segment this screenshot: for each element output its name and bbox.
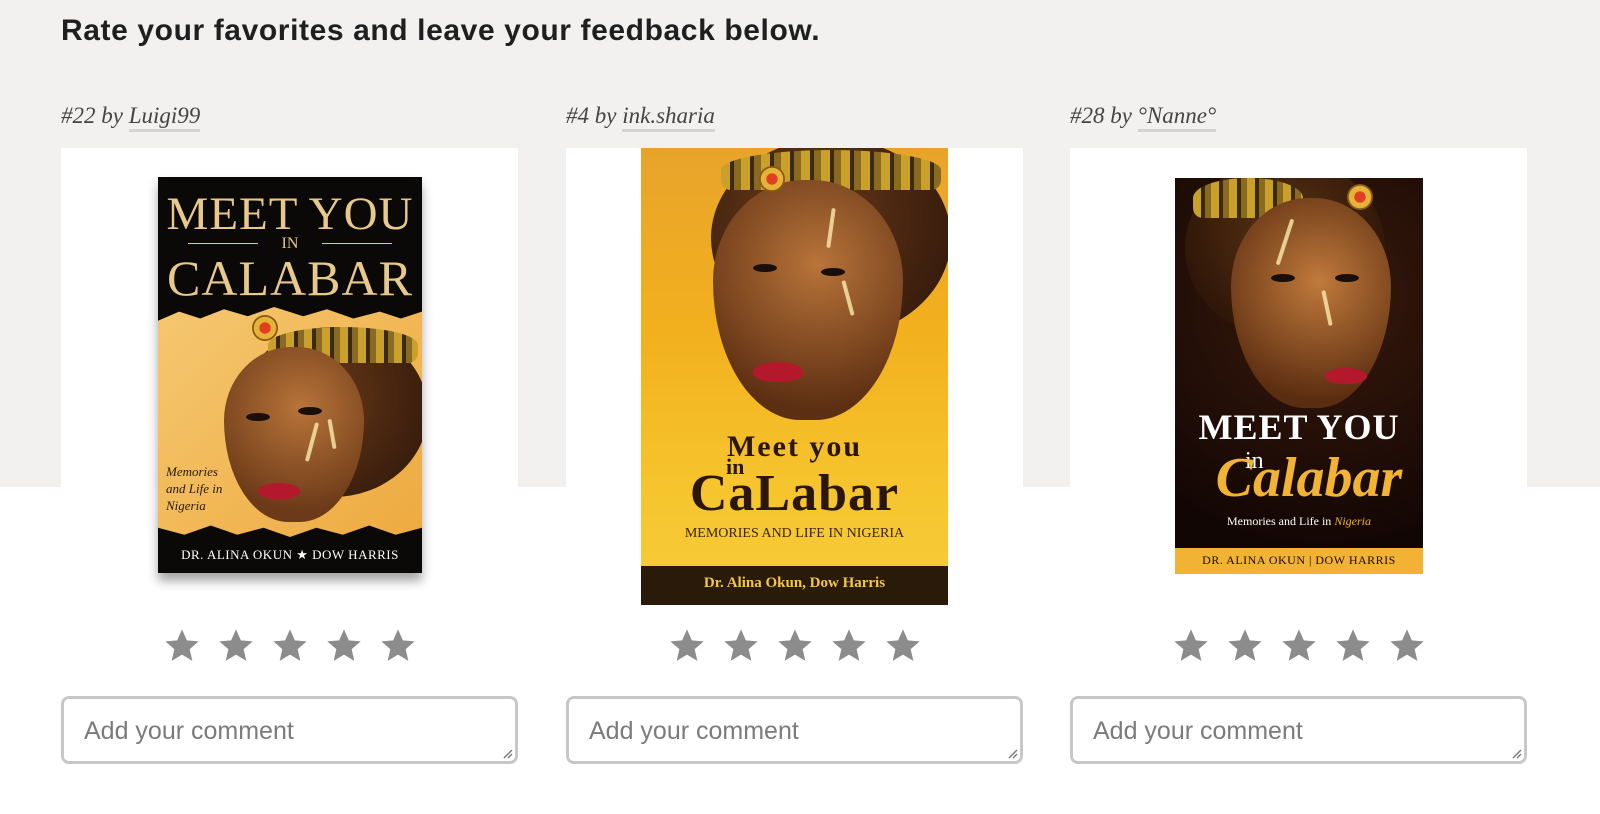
book-cover: Meet you in CaLabar MEMORIES AND LIFE IN…: [641, 148, 948, 605]
star-icon[interactable]: [162, 626, 202, 666]
cover-frame[interactable]: MEET YOU in Calabar Memories and Life in…: [1070, 148, 1527, 605]
star-icon[interactable]: [1171, 626, 1211, 666]
star-icon[interactable]: [1225, 626, 1265, 666]
star-icon[interactable]: [1387, 626, 1427, 666]
cover-title-line3: CaLabar: [689, 465, 900, 522]
resize-grip-icon[interactable]: [501, 747, 513, 759]
star-icon[interactable]: [667, 626, 707, 666]
entry-card-1: #22 by Luigi99 MEET YOU IN CALABAR Memor…: [61, 0, 518, 814]
cover-authors: Dr. Alina Okun, Dow Harris: [703, 575, 886, 591]
star-rating[interactable]: [61, 626, 518, 680]
entry-meta: #28 by °Nanne°: [1070, 103, 1217, 132]
cover-authors: DR. ALINA OKUN ★ DOW HARRIS: [181, 547, 399, 562]
entry-by: by: [1110, 103, 1132, 128]
star-icon[interactable]: [721, 626, 761, 666]
entry-number: #4: [566, 103, 589, 128]
cover-title-line1: MEET YOU: [166, 188, 414, 240]
star-icon[interactable]: [216, 626, 256, 666]
star-icon[interactable]: [883, 626, 923, 666]
star-icon[interactable]: [324, 626, 364, 666]
star-icon[interactable]: [378, 626, 418, 666]
star-icon[interactable]: [829, 626, 869, 666]
entry-card-3: #28 by °Nanne° MEET YOU in Calabar Memor…: [1070, 0, 1527, 814]
entry-by: by: [101, 103, 123, 128]
resize-grip-icon[interactable]: [1006, 747, 1018, 759]
cover-title-line3: CALABAR: [167, 250, 413, 306]
star-icon[interactable]: [775, 626, 815, 666]
star-rating[interactable]: [1070, 626, 1527, 680]
entry-by: by: [594, 103, 617, 128]
comment-input[interactable]: [61, 696, 518, 764]
cover-frame[interactable]: Meet you in CaLabar MEMORIES AND LIFE IN…: [566, 148, 1023, 605]
book-cover: MEET YOU IN CALABAR Memories and Life in: [158, 177, 422, 573]
entry-number: #22: [61, 103, 96, 128]
cover-illustration: [1175, 178, 1423, 418]
star-icon[interactable]: [1333, 626, 1373, 666]
cover-frame[interactable]: MEET YOU IN CALABAR Memories and Life in: [61, 148, 518, 605]
cover-authors: DR. ALINA OKUN | DOW HARRIS: [1202, 553, 1396, 567]
cover-side-text: Memories and Life in Nigeria: [166, 464, 223, 513]
cover-subtitle: Memories and Life in Nigeria: [1227, 514, 1371, 528]
star-rating[interactable]: [566, 626, 1023, 680]
book-cover: MEET YOU in Calabar Memories and Life in…: [1175, 178, 1423, 574]
entry-meta: #22 by Luigi99: [61, 103, 201, 132]
star-icon[interactable]: [1279, 626, 1319, 666]
cover-title-line1: MEET YOU: [1198, 407, 1400, 447]
author-link[interactable]: ink.sharia: [622, 103, 715, 132]
cover-title-line1: Meet you: [726, 430, 863, 463]
entry-number: #28: [1070, 103, 1105, 128]
comment-input[interactable]: [566, 696, 1023, 764]
cover-subtitle: MEMORIES AND LIFE IN NIGERIA: [684, 526, 905, 541]
author-link[interactable]: Luigi99: [128, 103, 201, 132]
star-icon[interactable]: [270, 626, 310, 666]
cover-title-line3: Calabar: [1215, 447, 1403, 509]
cover-illustration: [641, 148, 948, 448]
resize-grip-icon[interactable]: [1510, 747, 1522, 759]
comment-input[interactable]: [1070, 696, 1527, 764]
entry-meta: #4 by ink.sharia: [566, 103, 715, 132]
author-link[interactable]: °Nanne°: [1137, 103, 1217, 132]
entry-card-2: #4 by ink.sharia Meet you in CaLabar MEM…: [566, 0, 1023, 814]
